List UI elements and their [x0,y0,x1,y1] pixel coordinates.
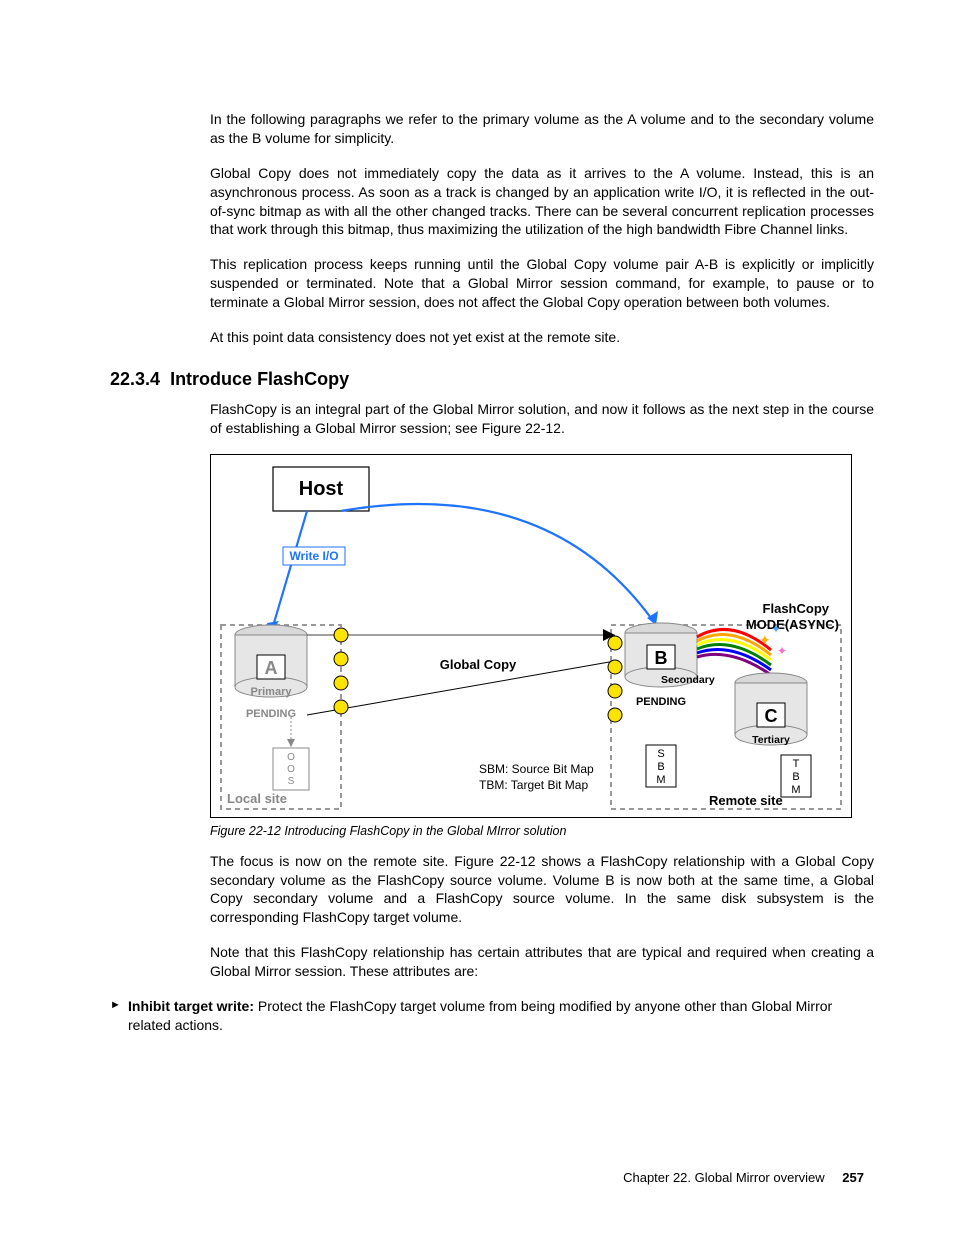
svg-text:B: B [657,761,664,773]
volume-a-label: A [265,658,278,678]
svg-text:✦: ✦ [771,622,781,636]
remote-site-label: Remote site [709,793,783,808]
list-item: Inhibit target write: Protect the FlashC… [110,997,874,1035]
sbm-legend: SBM: Source Bit Map [479,762,594,776]
volume-c-label: C [765,706,778,726]
footer-chapter: Chapter 22. Global Mirror overview [623,1170,825,1185]
svg-text:T: T [793,758,800,770]
flashcopy-label-1: FlashCopy [763,601,830,616]
page-footer: Chapter 22. Global Mirror overview 257 [623,1170,864,1185]
page-content: In the following paragraphs we refer to … [0,0,954,1035]
svg-text:✦: ✦ [759,632,771,648]
svg-text:S: S [288,776,295,787]
bullet-label: Inhibit target write: [128,998,254,1014]
section-number: 22.3.4 [110,369,160,389]
paragraph: FlashCopy is an integral part of the Glo… [210,400,874,438]
svg-text:✦: ✦ [777,644,787,658]
paragraph: In the following paragraphs we refer to … [210,110,874,148]
figure-22-12: Host Write I/O A Primary PENDING O O S [210,454,874,838]
svg-text:S: S [657,748,664,760]
global-copy-label: Global Copy [440,657,517,672]
volume-b-label: B [655,648,668,668]
figure-caption: Figure 22-12 Introducing FlashCopy in th… [210,824,874,838]
diagram-svg: Host Write I/O A Primary PENDING O O S [210,454,852,818]
primary-label: Primary [251,686,293,698]
pending-b-label: PENDING [636,696,686,708]
paragraph: At this point data consistency does not … [210,328,874,347]
paragraph: Note that this FlashCopy relationship ha… [210,943,874,981]
svg-text:M: M [656,774,665,786]
footer-page-number: 257 [842,1170,864,1185]
secondary-label: Secondary [661,674,715,686]
svg-text:O: O [287,764,295,775]
local-site-label: Local site [227,791,287,806]
paragraph: Global Copy does not immediately copy th… [210,164,874,240]
pending-a-label: PENDING [246,708,296,720]
svg-text:M: M [791,784,800,796]
flashcopy-label-2: MODE(ASYNC) [746,617,839,632]
write-io-label: Write I/O [289,549,338,563]
paragraph: This replication process keeps running u… [210,255,874,312]
section-heading: 22.3.4 Introduce FlashCopy [110,369,874,390]
section-title: Introduce FlashCopy [170,369,349,389]
attribute-list: Inhibit target write: Protect the FlashC… [110,997,874,1035]
svg-text:B: B [792,771,799,783]
svg-text:O: O [287,752,295,763]
tbm-legend: TBM: Target Bit Map [479,778,588,792]
paragraph: The focus is now on the remote site. Fig… [210,852,874,928]
tertiary-label: Tertiary [752,734,790,746]
host-label: Host [299,478,344,500]
